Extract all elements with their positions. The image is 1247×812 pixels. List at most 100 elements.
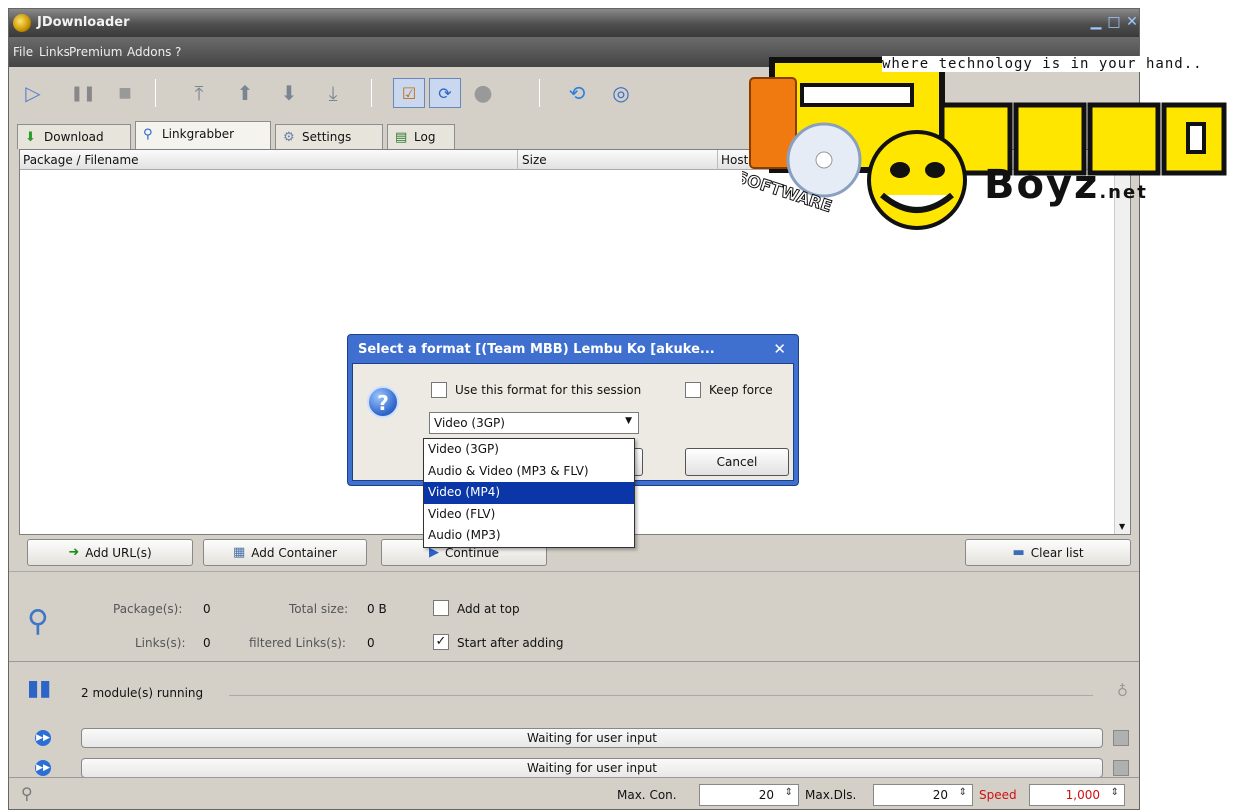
tab-label: Settings <box>302 130 352 144</box>
move-top-icon[interactable]: ⤒ <box>187 81 211 105</box>
scroll-down-icon[interactable]: ▼ <box>1119 522 1125 531</box>
start-after-adding-label: Start after adding <box>457 636 564 650</box>
dropdown-option[interactable]: Audio (MP3) <box>424 525 634 547</box>
menu-file[interactable]: File <box>13 45 33 59</box>
grin-face-icon <box>867 130 967 230</box>
settings-globe-icon[interactable]: ◎ <box>609 81 633 105</box>
clear-icon: ▬ <box>1012 545 1025 560</box>
menu-addons[interactable]: Addons <box>127 45 171 59</box>
dialog-close-icon[interactable]: ✕ <box>773 340 786 358</box>
cancel-button[interactable]: Cancel <box>685 448 789 476</box>
play-icon[interactable]: ▷ <box>21 81 45 105</box>
logo-boyz-text: Boyz <box>984 162 1100 208</box>
speed-label: Speed <box>979 788 1017 802</box>
dialog-title: Select a format [(Team MBB) Lembu Ko [ak… <box>358 342 715 357</box>
clipboard-observer-icon[interactable]: ☑ <box>393 78 425 108</box>
question-icon: ? <box>367 386 399 418</box>
stop-icon[interactable]: ■ <box>113 81 137 105</box>
spinner-arrows-icon[interactable]: ⇕ <box>1111 787 1119 798</box>
linkgrabber-icon: ⚲ <box>143 127 153 142</box>
column-header-size[interactable]: Size <box>522 153 547 167</box>
max-dls-spinner[interactable]: 20 ⇕ <box>873 784 973 806</box>
max-con-spinner[interactable]: 20 ⇕ <box>699 784 799 806</box>
techno-boyz-logo: SOFTWARE where technology is in your han… <box>733 50 1237 250</box>
add-at-top-label: Add at top <box>457 602 520 616</box>
add-urls-label: Add URL(s) <box>85 545 152 560</box>
column-header-filename[interactable]: Package / Filename <box>23 153 139 167</box>
format-select-value: Video (3GP) <box>434 416 505 430</box>
search-magnifier-icon: ⚲ <box>27 604 49 639</box>
format-select[interactable]: Video (3GP) ▼ <box>429 412 639 434</box>
module-progress-bar: Waiting for user input <box>81 728 1103 748</box>
app-icon <box>13 14 31 32</box>
links-value: 0 <box>203 636 211 650</box>
tab-download[interactable]: ⬇ Download <box>17 124 131 149</box>
module-start-icon[interactable]: ▶▶ <box>35 730 51 746</box>
add-arrow-icon: ➜ <box>68 545 80 560</box>
logo-net: .net <box>1099 182 1148 203</box>
tab-log[interactable]: ▤ Log <box>387 124 455 149</box>
dropdown-option[interactable]: Video (FLV) <box>424 504 634 526</box>
logo-tagline: where technology is in your hand.. <box>882 56 1203 72</box>
reconnect-icon[interactable]: ⟳ <box>429 78 461 108</box>
max-con-value: 20 <box>758 788 774 802</box>
speed-value: 1,000 <box>1065 788 1100 802</box>
module-start-icon[interactable]: ▶▶ <box>35 760 51 776</box>
logo-boyz: Boyz.net <box>984 162 1148 208</box>
move-bottom-icon[interactable]: ⤓ <box>321 81 345 105</box>
menu-premium[interactable]: Premium <box>69 45 122 59</box>
modules-panel: ▮▮ 2 module(s) running ♁ ▶▶ Waiting for … <box>9 661 1139 778</box>
add-container-button[interactable]: ▦ Add Container <box>203 539 367 566</box>
update-icon[interactable]: ⟲ <box>565 81 589 105</box>
window-title: JDownloader <box>37 15 130 30</box>
status-key-icon: ⚲ <box>21 784 33 803</box>
container-icon: ▦ <box>233 545 246 560</box>
add-container-label: Add Container <box>251 545 337 560</box>
down-arrow-icon: ⬇ <box>25 130 36 145</box>
max-dls-value: 20 <box>932 788 948 802</box>
menu-help[interactable]: ? <box>175 45 181 59</box>
close-button[interactable]: ✕ <box>1123 14 1141 30</box>
dropdown-option-selected[interactable]: Video (MP4) <box>424 482 634 504</box>
chevron-down-icon[interactable]: ▼ <box>625 416 632 426</box>
linkgrabber-info-panel: ⚲ Package(s): 0 Links(s): 0 Total size: … <box>9 571 1139 661</box>
filtered-links-label: filtered Links(s): <box>249 636 346 650</box>
tab-settings[interactable]: ⚙ Settings <box>275 124 383 149</box>
move-down-icon[interactable]: ⬇ <box>277 81 301 105</box>
module-stop-button[interactable] <box>1113 730 1129 746</box>
tab-label: Linkgrabber <box>162 127 235 141</box>
tab-label: Download <box>44 130 104 144</box>
spinner-arrows-icon[interactable]: ⇕ <box>959 787 967 798</box>
total-size-label: Total size: <box>289 602 349 616</box>
dropdown-option[interactable]: Video (3GP) <box>424 439 634 461</box>
keep-force-checkbox[interactable] <box>685 382 701 398</box>
total-size-value: 0 B <box>367 602 387 616</box>
add-urls-button[interactable]: ➜ Add URL(s) <box>27 539 193 566</box>
use-format-checkbox[interactable] <box>431 382 447 398</box>
pause-icon[interactable]: ❚❚ <box>70 81 95 105</box>
keep-force-label: Keep force <box>709 383 773 397</box>
modules-bars-icon: ▮▮ <box>27 676 52 701</box>
tab-linkgrabber[interactable]: ⚲ Linkgrabber <box>135 121 271 149</box>
modules-status: 2 module(s) running <box>81 686 204 700</box>
maximize-button[interactable]: □ <box>1105 14 1123 30</box>
move-up-icon[interactable]: ⬆ <box>233 81 257 105</box>
add-at-top-checkbox[interactable] <box>433 600 449 616</box>
links-label: Links(s): <box>135 636 186 650</box>
module-stop-button[interactable] <box>1113 760 1129 776</box>
lightbulb-icon[interactable]: ♁ <box>1117 682 1128 700</box>
start-after-adding-checkbox[interactable]: ✓ <box>433 634 449 650</box>
minimize-button[interactable]: ▁ <box>1087 14 1105 30</box>
title-bar: JDownloader ▁ □ ✕ <box>9 9 1139 37</box>
gear-icon: ⚙ <box>283 130 295 145</box>
dropdown-option[interactable]: Audio & Video (MP3 & FLV) <box>424 461 634 483</box>
clear-list-label: Clear list <box>1030 545 1084 560</box>
premium-icon[interactable]: ● <box>467 78 499 108</box>
spinner-arrows-icon[interactable]: ⇕ <box>785 787 793 798</box>
speed-spinner[interactable]: 1,000 ⇕ <box>1029 784 1125 806</box>
menu-links[interactable]: Links <box>39 45 70 59</box>
packages-value: 0 <box>203 602 211 616</box>
log-icon: ▤ <box>395 130 408 145</box>
clear-list-button[interactable]: ▬ Clear list <box>965 539 1131 566</box>
module-progress-bar: Waiting for user input <box>81 758 1103 778</box>
